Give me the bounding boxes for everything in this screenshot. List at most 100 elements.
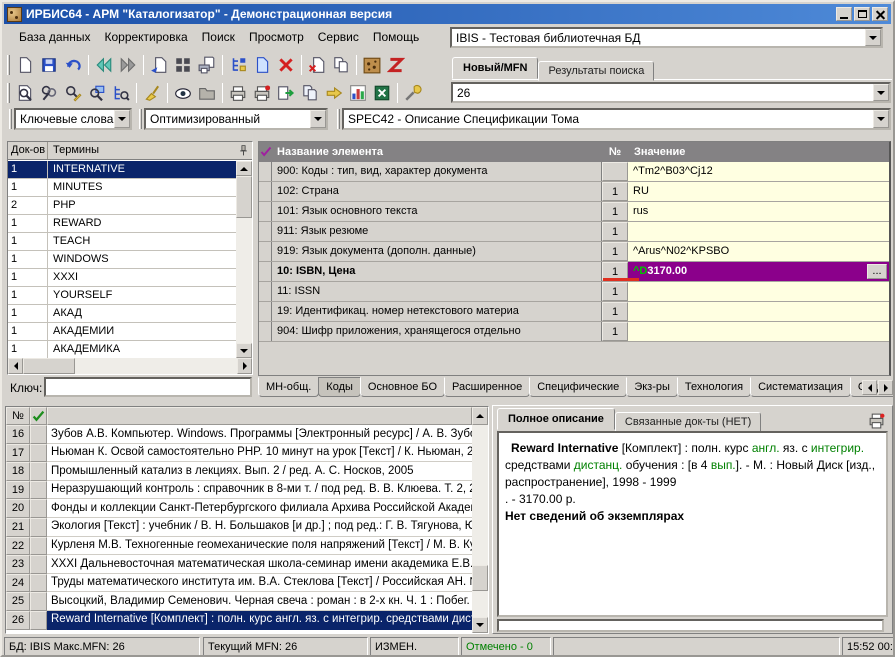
dictionary-row[interactable]: 1YOURSELF	[8, 287, 236, 305]
print-setup-button[interactable]	[250, 81, 274, 105]
search-window-button[interactable]	[85, 81, 109, 105]
dictionary-row[interactable]: 1TEACH	[8, 233, 236, 251]
result-mark-cell[interactable]	[30, 574, 47, 593]
dictionary-hscrollbar[interactable]	[8, 358, 252, 374]
field-row[interactable]: 101: Язык основного текста1rus	[259, 202, 889, 222]
dictionary-row[interactable]: 1REWARD	[8, 215, 236, 233]
scroll-left-button[interactable]	[8, 358, 23, 374]
menu-item-4[interactable]: Просмотр	[242, 28, 311, 46]
print-description-button[interactable]	[864, 408, 888, 432]
scroll-thumb[interactable]	[23, 358, 75, 374]
field-row[interactable]: 911: Язык резюме1	[259, 222, 889, 242]
worksheet-tab-6[interactable]: Экз-ры	[626, 377, 678, 397]
row-selector[interactable]	[259, 162, 272, 181]
next-record-button[interactable]	[116, 53, 140, 77]
settings-button[interactable]	[401, 81, 425, 105]
menu-item-6[interactable]: Помощь	[366, 28, 426, 46]
dictionary-vscrollbar[interactable]	[236, 161, 252, 358]
field-col-name[interactable]: Название элемента	[272, 146, 602, 158]
field-value[interactable]: ^Arus^N02^KPSBO	[628, 242, 889, 261]
dictionary-row[interactable]: 1MINUTES	[8, 179, 236, 197]
result-row[interactable]: 21Экология [Текст] : учебник / В. Н. Бол…	[6, 518, 472, 537]
result-row[interactable]: 16Зубов А.В. Компьютер. Windows. Програм…	[6, 425, 472, 444]
search-variant-dropdown[interactable]	[310, 110, 326, 128]
worksheet-tab-5[interactable]: Специфические	[529, 377, 627, 397]
scroll-right-button[interactable]	[237, 358, 252, 374]
dictionary-row[interactable]: 1АКАДЕМИКА	[8, 341, 236, 358]
excel-button[interactable]	[370, 81, 394, 105]
search-mode-dropdown[interactable]	[114, 110, 130, 128]
field-row[interactable]: 904: Шифр приложения, хранящегося отдель…	[259, 322, 889, 342]
field-occurrence[interactable]: 1	[602, 242, 628, 261]
row-selector[interactable]	[259, 182, 272, 201]
dictionary-row[interactable]: 1INTERNATIVE	[8, 161, 236, 179]
mfn-combo[interactable]: 26	[451, 82, 891, 103]
field-value[interactable]	[628, 222, 889, 241]
row-selector[interactable]	[259, 322, 272, 341]
menu-item-3[interactable]: Поиск	[195, 28, 242, 46]
undo-button[interactable]	[61, 53, 85, 77]
result-mark-cell[interactable]	[30, 499, 47, 518]
new-record-button[interactable]	[13, 53, 37, 77]
field-occurrence[interactable]: 1	[602, 282, 628, 301]
worksheet-tab-1[interactable]: МН-общ.	[258, 377, 319, 397]
key-input[interactable]	[44, 377, 252, 397]
worksheet-tab-3[interactable]: Основное БО	[360, 377, 445, 397]
field-value[interactable]	[628, 282, 889, 301]
results-col-desc[interactable]	[47, 407, 472, 425]
export-button[interactable]	[274, 81, 298, 105]
search-tree-button[interactable]	[109, 81, 133, 105]
row-selector[interactable]	[259, 202, 272, 221]
tab-search-results[interactable]: Результаты поиска	[538, 61, 654, 81]
z3950-button[interactable]	[384, 53, 408, 77]
search-mode-combo[interactable]: Ключевые слова	[14, 108, 132, 130]
field-occurrence[interactable]: 1	[602, 322, 628, 341]
view-grid-button[interactable]	[171, 53, 195, 77]
send-button[interactable]	[322, 81, 346, 105]
worksheet-tab-2[interactable]: Коды	[318, 377, 361, 397]
field-row[interactable]: 19: Идентификац. номер нетекстового мате…	[259, 302, 889, 322]
scroll-up-button[interactable]	[472, 407, 488, 425]
dictionary-row[interactable]: 1WINDOWS	[8, 251, 236, 269]
toolbar-grip[interactable]	[9, 109, 12, 129]
result-mark-cell[interactable]	[30, 481, 47, 500]
worksheet-combo-dropdown[interactable]	[873, 110, 889, 128]
result-row[interactable]: 25Высоцкий, Владимир Семенович. Черная с…	[6, 592, 472, 611]
field-row[interactable]: 10: ISBN, Цена1^D3170.00...	[259, 262, 889, 282]
field-row[interactable]: 919: Язык документа (дополн. данные)1^Ar…	[259, 242, 889, 262]
field-row[interactable]: 102: Страна1RU	[259, 182, 889, 202]
tab-full-description[interactable]: Полное описание	[497, 408, 615, 430]
folder-button[interactable]	[195, 81, 219, 105]
delete-record-button[interactable]	[274, 53, 298, 77]
field-value[interactable]	[628, 302, 889, 321]
field-value[interactable]: rus	[628, 202, 889, 221]
mfn-combo-dropdown[interactable]	[873, 84, 889, 101]
toolbar-grip[interactable]	[139, 109, 142, 129]
dictionary-row[interactable]: 2PHP	[8, 197, 236, 215]
result-mark-cell[interactable]	[30, 518, 47, 537]
scroll-up-button[interactable]	[236, 161, 252, 176]
tab-linked-records[interactable]: Связанные док-ты (НЕТ)	[615, 412, 761, 432]
toolbar-grip[interactable]	[7, 83, 10, 103]
description-hscroll-area[interactable]	[497, 619, 884, 632]
search-edit-button[interactable]	[61, 81, 85, 105]
dictionary-row[interactable]: 1АКАДЕМИИ	[8, 323, 236, 341]
field-occurrence[interactable]: 1	[602, 222, 628, 241]
marked-check-icon[interactable]	[30, 407, 47, 425]
worksheet-tab-8[interactable]: Систематизация	[750, 377, 851, 397]
view-eye-button[interactable]	[171, 81, 195, 105]
dictionary-col-term[interactable]: Термины	[48, 142, 234, 159]
dictionary-row[interactable]: 1АКАД	[8, 305, 236, 323]
result-row[interactable]: 23XXXI Дальневосточная математическая шк…	[6, 555, 472, 574]
print-button[interactable]	[226, 81, 250, 105]
field-col-occ[interactable]: №	[602, 146, 628, 158]
result-row[interactable]: 24Труды математического института им. В.…	[6, 574, 472, 593]
result-row[interactable]: 26Reward Internative [Комплект] : полн. …	[6, 611, 472, 630]
result-mark-cell[interactable]	[30, 537, 47, 556]
menu-item-1[interactable]: База данных	[12, 28, 97, 46]
results-col-num[interactable]: №	[6, 407, 30, 425]
row-selector[interactable]	[259, 262, 272, 281]
result-row[interactable]: 18Промышленный катализ в лекциях. Вып. 2…	[6, 462, 472, 481]
full-description-box[interactable]: Reward Internative [Комплект] : полн. ку…	[497, 431, 888, 617]
result-mark-cell[interactable]	[30, 462, 47, 481]
